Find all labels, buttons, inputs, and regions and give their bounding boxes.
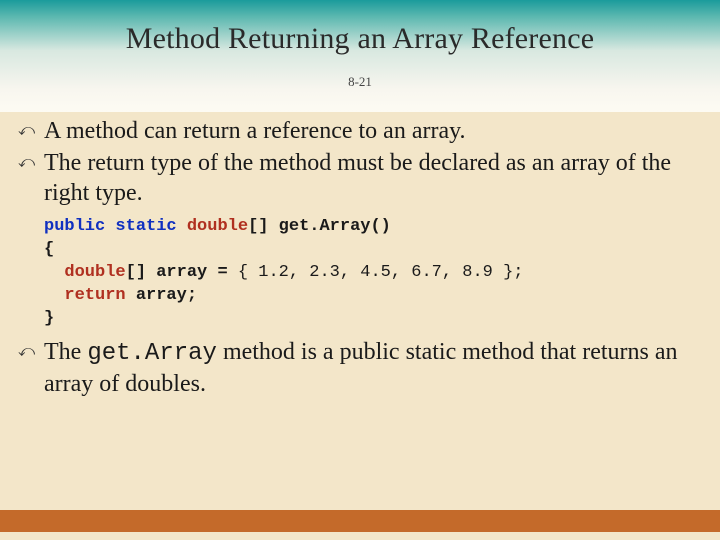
slide-body: ⤺ A method can return a reference to an …: [0, 112, 720, 399]
bullet-item: ⤺ The return type of the method must be …: [18, 148, 702, 208]
bullet-icon: ⤺: [18, 153, 35, 173]
bullet-icon: ⤺: [18, 342, 35, 362]
code-text: array;: [126, 286, 197, 305]
slide: Method Returning an Array Reference 8-21…: [0, 0, 720, 540]
bullet-text: The return type of the method must be de…: [44, 150, 671, 206]
code-block: public static double[] get.Array() { dou…: [18, 210, 702, 337]
slide-title: Method Returning an Array Reference: [0, 22, 720, 56]
bullet-item: ⤺ The get.Array method is a public stati…: [18, 337, 702, 399]
code-text: [] array =: [126, 263, 238, 282]
kw-double: double: [187, 217, 248, 236]
footer-bar: [0, 510, 720, 532]
bullet-text: The: [44, 339, 87, 365]
slide-number: 8-21: [0, 74, 720, 90]
bullet-icon: ⤺: [18, 121, 35, 141]
kw-double: double: [64, 263, 125, 282]
code-text: [] get.Array(): [248, 217, 391, 236]
kw-return: return: [64, 286, 125, 305]
inline-code: get.Array: [87, 340, 217, 367]
bullet-text: A method can return a reference to an ar…: [44, 118, 466, 144]
kw-static: static: [115, 217, 176, 236]
bullet-item: ⤺ A method can return a reference to an …: [18, 116, 702, 146]
code-text: {: [44, 240, 54, 259]
header-band: Method Returning an Array Reference 8-21: [0, 0, 720, 112]
code-text: }: [44, 309, 54, 328]
code-text: { 1.2, 2.3, 4.5, 6.7, 8.9 };: [238, 263, 524, 282]
kw-public: public: [44, 217, 105, 236]
